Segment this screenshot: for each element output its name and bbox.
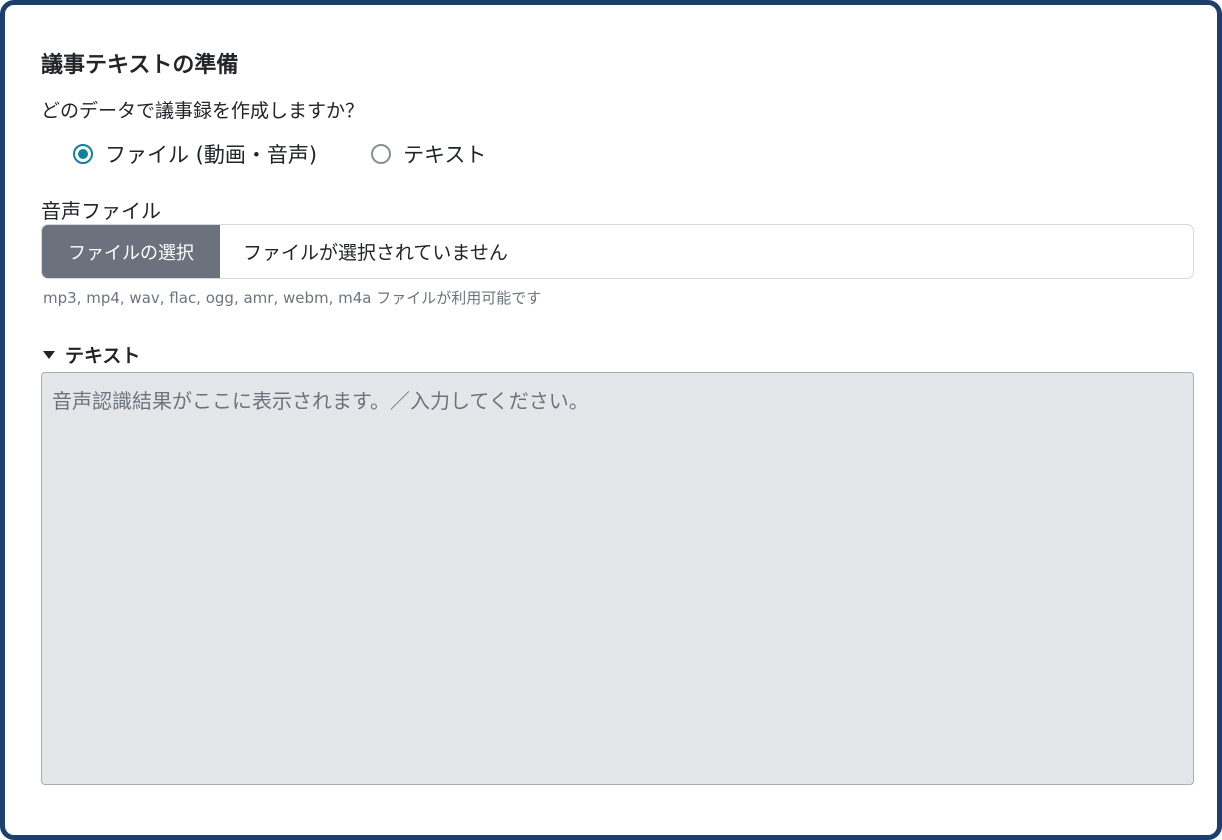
file-status-text: ファイルが選択されていません (243, 242, 508, 264)
source-radio-group: ファイル (動画・音声) テキスト (73, 139, 486, 169)
transcript-textarea[interactable] (41, 372, 1194, 785)
radio-file-indicator[interactable] (73, 144, 93, 164)
section-title: 議事テキストの準備 (41, 53, 239, 78)
radio-text-label: テキスト (403, 143, 487, 167)
radio-file-label: ファイル (動画・音声) (105, 143, 318, 167)
radio-option-text[interactable]: テキスト (371, 139, 486, 169)
text-section-label: テキスト (65, 345, 141, 367)
source-question: どのデータで議事録を作成しますか？ (41, 100, 365, 122)
file-format-hint: mp3, mp4, wav, flac, ogg, amr, webm, m4a… (43, 289, 542, 307)
audio-file-input[interactable]: ファイルの選択 ファイルが選択されていません (41, 224, 1194, 279)
prepare-text-panel: 議事テキストの準備 どのデータで議事録を作成しますか？ ファイル (動画・音声)… (0, 0, 1222, 840)
audio-file-label: 音声ファイル (41, 199, 161, 223)
caret-down-icon (43, 350, 55, 359)
text-section-toggle[interactable]: テキスト (43, 341, 140, 368)
radio-text-indicator[interactable] (371, 144, 392, 164)
choose-file-button[interactable]: ファイルの選択 (42, 225, 220, 278)
radio-option-file[interactable]: ファイル (動画・音声) (73, 139, 317, 169)
